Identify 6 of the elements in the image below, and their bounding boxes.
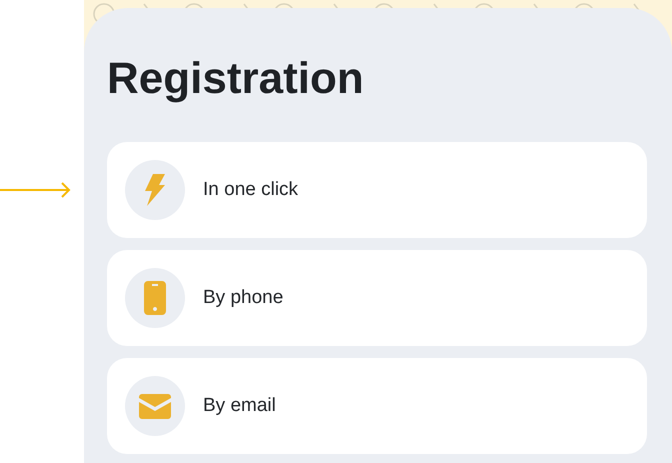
phone-icon [144, 281, 166, 315]
panel-title: Registration [107, 54, 364, 104]
registration-option[interactable]: By email [107, 358, 647, 454]
lightning-icon [144, 174, 166, 206]
registration-option[interactable]: By phone [107, 250, 647, 346]
envelope-icon [139, 394, 171, 418]
